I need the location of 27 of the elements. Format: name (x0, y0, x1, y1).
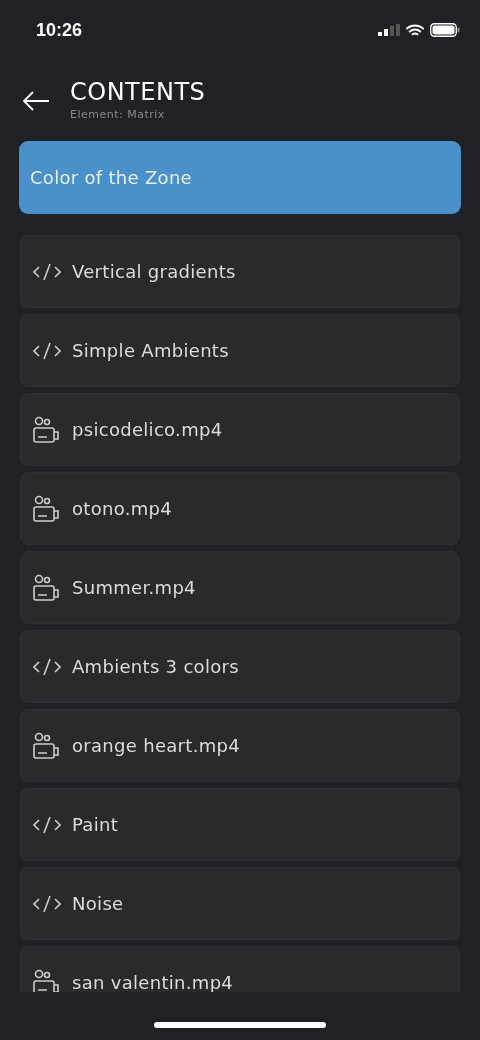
video-camera-icon (33, 968, 61, 992)
video-camera-icon (33, 494, 61, 523)
content-item[interactable]: orange heart.mp4 (20, 709, 460, 782)
content-item[interactable]: Paint (20, 788, 460, 861)
content-item[interactable]: Vertical gradients (20, 235, 460, 308)
battery-icon (430, 23, 460, 37)
content-item[interactable]: san valentin.mp4 (20, 946, 460, 992)
page-subtitle: Element: Matrix (70, 107, 166, 121)
content-item[interactable]: Ambients 3 colors (20, 630, 460, 703)
code-icon (33, 894, 61, 913)
code-icon (33, 262, 61, 281)
back-arrow-icon[interactable] (22, 91, 50, 111)
code-icon (33, 657, 61, 676)
content-item[interactable]: psicodelico.mp4 (20, 393, 460, 466)
signal-icon (378, 24, 400, 36)
wifi-icon (406, 23, 424, 37)
code-icon (33, 341, 61, 360)
content-item[interactable]: Simple Ambients (20, 314, 460, 387)
content-item[interactable]: Summer.mp4 (20, 551, 460, 624)
status-time: 10:26 (36, 19, 83, 41)
page-title: CONTENTS (70, 77, 206, 106)
content-item[interactable]: otono.mp4 (20, 472, 460, 545)
content-item[interactable]: Noise (20, 867, 460, 940)
video-camera-icon (33, 573, 61, 602)
video-camera-icon (33, 415, 61, 444)
video-camera-icon (33, 731, 61, 760)
code-icon (33, 815, 61, 834)
